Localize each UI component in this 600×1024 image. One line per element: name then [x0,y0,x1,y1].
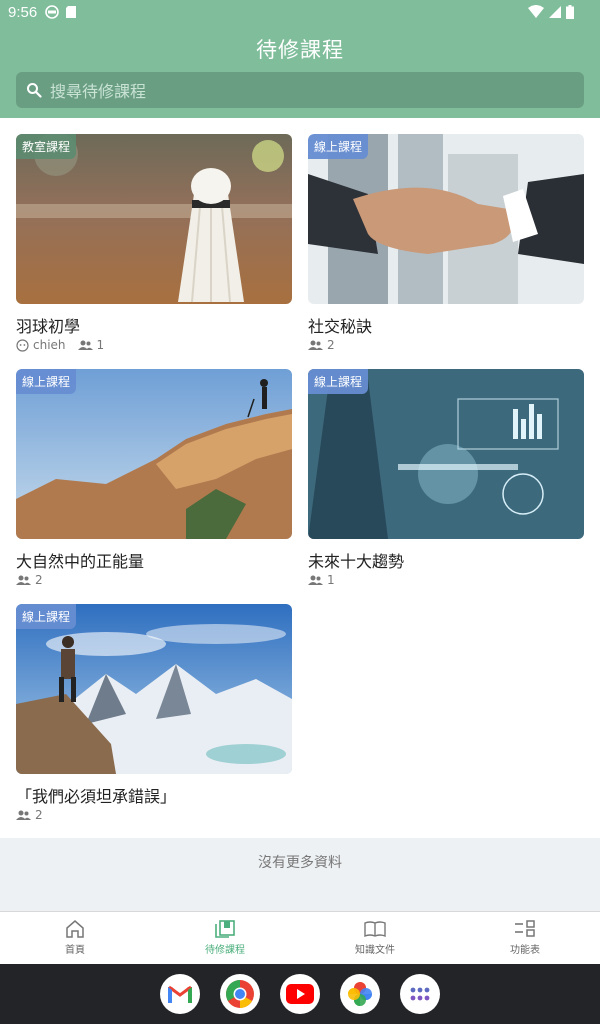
courses-icon [215,920,235,938]
course-members: 2 [35,573,43,587]
course-image: 線上課程 [308,369,584,539]
course-meta: chieh 1 [16,338,104,352]
course-image: 線上課程 [16,369,292,539]
wifi-icon [528,5,544,18]
course-card[interactable]: 線上課程 社交秘訣 2 [308,118,584,352]
page-title: 待修課程 [256,38,344,62]
status-bar: 9:56 [0,0,600,26]
nav-pending-courses[interactable]: 待修課程 [150,912,300,964]
no-more-data: 沒有更多資料 [0,838,600,911]
sd-card-icon [66,6,76,18]
nav-pending-label: 待修課程 [205,945,245,956]
course-members: 2 [35,808,43,822]
course-members: 2 [327,338,335,352]
people-icon [308,575,323,585]
course-card[interactable]: 線上課程 未來十大趨勢 1 [308,353,584,587]
course-image: 線上課程 [16,604,292,774]
nav-menu-label: 功能表 [510,945,540,956]
gmail-icon[interactable] [160,974,200,1014]
course-members: 1 [96,338,105,352]
people-icon [16,575,31,585]
vpn-icon [45,5,59,19]
menu-icon [515,920,535,937]
app-header: 待修課程 搜尋待修課程 [0,26,600,118]
course-title: 「我們必須坦承錯誤」 [16,787,177,806]
course-image: 教室課程 [16,134,292,304]
badge-online: 線上課程 [16,604,77,629]
book-icon [364,921,386,938]
people-icon [308,340,323,350]
nav-menu[interactable]: 功能表 [450,912,600,964]
course-card[interactable]: 線上課程 大自然中的正能量 2 [16,353,292,587]
course-title: 社交秘訣 [308,317,373,336]
badge-online: 線上課程 [308,134,369,159]
course-meta: 1 [308,573,335,587]
nav-home-label: 首頁 [65,945,85,956]
course-title: 未來十大趨勢 [308,552,405,571]
nav-knowledge-docs[interactable]: 知識文件 [300,912,450,964]
course-title: 羽球初學 [16,317,81,336]
nav-docs-label: 知識文件 [355,945,395,956]
photos-icon[interactable] [340,974,380,1014]
search-input[interactable]: 搜尋待修課程 [16,72,584,108]
avatar-icon [16,338,29,352]
youtube-icon[interactable] [280,974,320,1014]
course-image: 線上課程 [308,134,584,304]
course-grid: 教室課程 羽球初學 chieh 1 線上課程 社交秘訣 2 線上課程 大自然中的… [0,118,600,838]
search-icon [27,83,42,98]
course-card[interactable]: 教室課程 羽球初學 chieh 1 [16,118,292,352]
app-drawer-icon[interactable] [400,974,440,1014]
people-icon [16,810,31,820]
search-placeholder: 搜尋待修課程 [50,82,147,101]
course-meta: 2 [16,808,43,822]
battery-icon [566,5,574,19]
course-meta: 2 [308,338,335,352]
course-author: chieh [33,338,66,352]
course-card[interactable]: 線上課程 「我們必須坦承錯誤」 2 [16,588,292,822]
android-dock [0,964,600,1024]
course-members: 1 [327,573,335,587]
course-meta: 2 [16,573,43,587]
badge-online: 線上課程 [16,369,77,394]
people-icon [77,340,93,350]
home-icon [66,920,84,938]
badge-classroom: 教室課程 [16,134,77,159]
status-time: 9:56 [8,4,38,21]
nav-home[interactable]: 首頁 [0,912,150,964]
badge-online: 線上課程 [308,369,369,394]
signal-icon [549,6,561,18]
bottom-nav: 首頁 待修課程 知識文件 功能表 [0,911,600,964]
course-title: 大自然中的正能量 [16,552,145,571]
chrome-icon[interactable] [220,974,260,1014]
